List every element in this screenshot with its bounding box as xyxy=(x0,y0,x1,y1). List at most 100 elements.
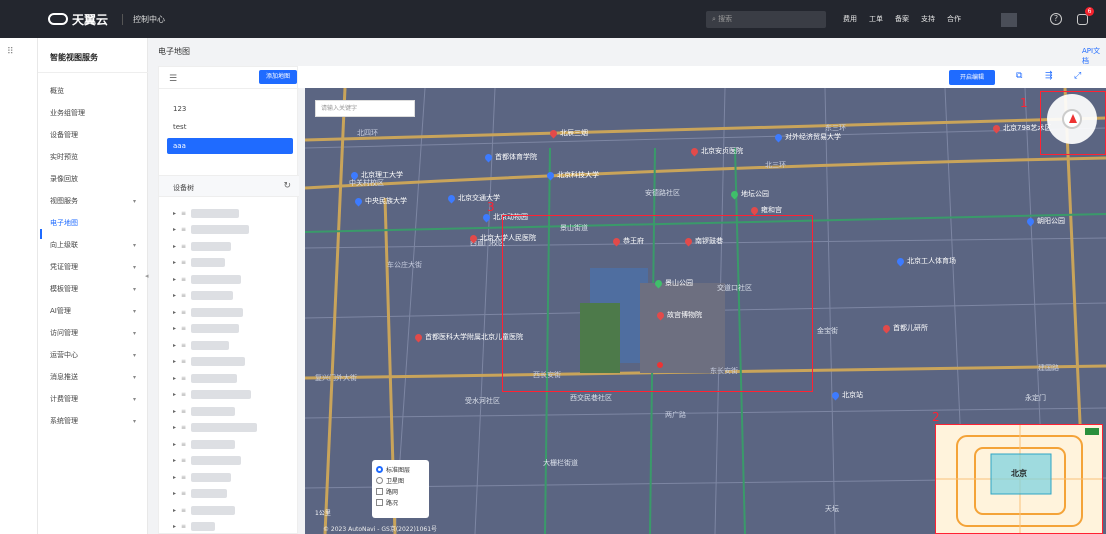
expand-icon[interactable]: ▸ xyxy=(173,507,181,514)
nav-support[interactable]: 支持 xyxy=(921,14,935,24)
nav-filing[interactable]: 备案 xyxy=(895,14,909,24)
enable-edit-button[interactable]: 开启编辑 xyxy=(949,70,995,85)
sidebar-item[interactable]: 计费管理 ▾ xyxy=(50,392,146,406)
api-docs-link[interactable]: API文档 xyxy=(1082,46,1106,66)
expand-icon[interactable]: ▸ xyxy=(173,342,181,349)
apps-grid-icon[interactable]: ⠿ xyxy=(7,47,14,57)
map-poi[interactable]: 中央民族大学 xyxy=(353,196,407,206)
map-canvas[interactable]: 请输入关键字 北四环 北三环 西长安街 复兴门外大街 东长安街 建国路 两广路 东三环 车公庄大… xyxy=(305,88,1106,534)
sidebar-item[interactable]: 访问管理 ▾ xyxy=(50,326,146,340)
expand-icon[interactable]: ▸ xyxy=(173,408,181,415)
expand-icon[interactable]: ▸ xyxy=(173,309,181,316)
tree-row[interactable]: ▸ ≡ xyxy=(173,257,225,269)
map-poi[interactable]: 北京理工大学 xyxy=(349,170,403,180)
map-poi[interactable]: 北京工人体育场 xyxy=(895,256,956,266)
expand-icon[interactable]: ▸ xyxy=(173,391,181,398)
tree-row[interactable]: ▸ ≡ xyxy=(173,240,231,252)
map-poi[interactable]: 雍和宫 xyxy=(749,205,782,215)
map-item-123[interactable]: 123 xyxy=(167,101,293,117)
sidebar-item[interactable]: 电子地图 xyxy=(50,216,146,230)
map-item-aaa[interactable]: aaa xyxy=(167,138,293,154)
map-poi[interactable]: 对外经济贸易大学 xyxy=(773,132,841,142)
sidebar-item[interactable]: AI管理 ▾ xyxy=(50,304,146,318)
tree-row[interactable]: ▸ ≡ xyxy=(173,207,239,219)
compass-control[interactable] xyxy=(1047,94,1097,144)
expand-icon[interactable]: ▸ xyxy=(173,523,181,530)
console-link[interactable]: 控制中心 xyxy=(122,13,165,25)
expand-icon[interactable]: ▸ xyxy=(173,490,181,497)
expand-icon[interactable]: ▸ xyxy=(173,259,181,266)
expand-icon[interactable]: ▸ xyxy=(173,292,181,299)
layer-option-satellite[interactable]: 卫星图 xyxy=(376,475,425,486)
expand-icon[interactable]: ▸ xyxy=(173,226,181,233)
map-poi[interactable]: 北京安贞医院 xyxy=(689,146,743,156)
layer-option-traffic[interactable]: 路况 xyxy=(376,497,425,508)
notification-icon[interactable] xyxy=(1077,14,1088,25)
map-poi[interactable]: 首都儿研所 xyxy=(881,323,928,333)
nav-partner[interactable]: 合作 xyxy=(947,14,961,24)
list-indent-icon[interactable]: ⇶ xyxy=(1045,71,1053,81)
expand-icon[interactable]: ▸ xyxy=(173,243,181,250)
expand-icon[interactable]: ▸ xyxy=(173,358,181,365)
expand-icon[interactable]: ▸ xyxy=(173,276,181,283)
sidebar-item[interactable]: 视图服务 ▾ xyxy=(50,194,146,208)
sidebar-item[interactable]: 设备管理 xyxy=(50,128,146,142)
tree-row[interactable]: ▸ ≡ xyxy=(173,372,237,384)
sidebar-item[interactable]: 模板管理 ▾ xyxy=(50,282,146,296)
tree-row[interactable]: ▸ ≡ xyxy=(173,504,235,516)
tree-row[interactable]: ▸ ≡ xyxy=(173,323,239,335)
tree-row[interactable]: ▸ ≡ xyxy=(173,455,241,467)
refresh-icon[interactable]: ↻ xyxy=(283,181,291,191)
layers-icon[interactable]: ⧉ xyxy=(1016,71,1022,81)
sidebar-item[interactable]: 实时预览 xyxy=(50,150,146,164)
tree-row[interactable]: ▸ ≡ xyxy=(173,438,235,450)
tree-row[interactable]: ▸ ≡ xyxy=(173,471,231,483)
avatar[interactable] xyxy=(1001,13,1017,27)
layer-option-standard[interactable]: 标准图层 xyxy=(376,464,425,475)
expand-icon[interactable]: ▸ xyxy=(173,325,181,332)
tree-row[interactable]: ▸ ≡ xyxy=(173,224,249,236)
expand-icon[interactable]: ▸ xyxy=(173,441,181,448)
add-map-button[interactable]: 添加地图 xyxy=(259,70,297,84)
list-icon[interactable]: ☰ xyxy=(169,74,177,84)
tree-row[interactable]: ▸ ≡ xyxy=(173,339,229,351)
expand-icon[interactable]: ▸ xyxy=(173,457,181,464)
map-poi[interactable]: 地坛公园 xyxy=(729,189,769,199)
tree-row[interactable]: ▸ ≡ xyxy=(173,273,241,285)
sidebar-item[interactable]: 运营中心 ▾ xyxy=(50,348,146,362)
tree-row[interactable]: ▸ ≡ xyxy=(173,488,227,500)
expand-icon[interactable]: ▸ xyxy=(173,474,181,481)
global-search-input[interactable]: ⌕ 搜索 xyxy=(706,11,826,28)
tree-row[interactable]: ▸ ≡ xyxy=(173,290,233,302)
tree-row[interactable]: ▸ ≡ xyxy=(173,422,257,434)
tree-row[interactable]: ▸ ≡ xyxy=(173,306,243,318)
map-search-input[interactable]: 请输入关键字 xyxy=(315,100,415,117)
tree-row[interactable]: ▸ ≡ xyxy=(173,405,235,417)
map-poi[interactable]: 北辰三烟 xyxy=(548,128,588,138)
expand-icon[interactable]: ▸ xyxy=(173,210,181,217)
sidebar-item[interactable]: 消息推送 ▾ xyxy=(50,370,146,384)
map-poi[interactable]: 首都体育学院 xyxy=(483,152,537,162)
expand-icon[interactable]: ▸ xyxy=(173,424,181,431)
map-poi[interactable]: 北京科技大学 xyxy=(545,170,599,180)
fullscreen-icon[interactable]: ⤢ xyxy=(1074,71,1081,81)
nav-tickets[interactable]: 工单 xyxy=(869,14,883,24)
map-poi[interactable]: 北京站 xyxy=(830,390,863,400)
tree-row[interactable]: ▸ ≡ xyxy=(173,356,245,368)
help-icon[interactable]: ? xyxy=(1050,13,1062,25)
sidebar-item[interactable]: 凭证管理 ▾ xyxy=(50,260,146,274)
map-item-test[interactable]: test xyxy=(167,119,293,135)
sidebar-item[interactable]: 业务组管理 xyxy=(50,106,146,120)
sidebar-item[interactable]: 系统管理 ▾ xyxy=(50,414,146,428)
sidebar-item[interactable]: 向上级联 ▾ xyxy=(50,238,146,252)
nav-fees[interactable]: 费用 xyxy=(843,14,857,24)
map-poi[interactable]: 朝阳公园 xyxy=(1025,216,1065,226)
layer-option-roadnet[interactable]: 路网 xyxy=(376,486,425,497)
expand-icon[interactable]: ▸ xyxy=(173,375,181,382)
tree-row[interactable]: ▸ ≡ xyxy=(173,389,251,401)
tree-row[interactable]: ▸ ≡ xyxy=(173,521,215,533)
sidebar-collapse-icon[interactable]: ◂ xyxy=(145,272,149,280)
sidebar-item[interactable]: 概览 xyxy=(50,84,146,98)
sidebar-item[interactable]: 录像回放 xyxy=(50,172,146,186)
brand-logo[interactable]: 天翼云 xyxy=(48,11,108,28)
